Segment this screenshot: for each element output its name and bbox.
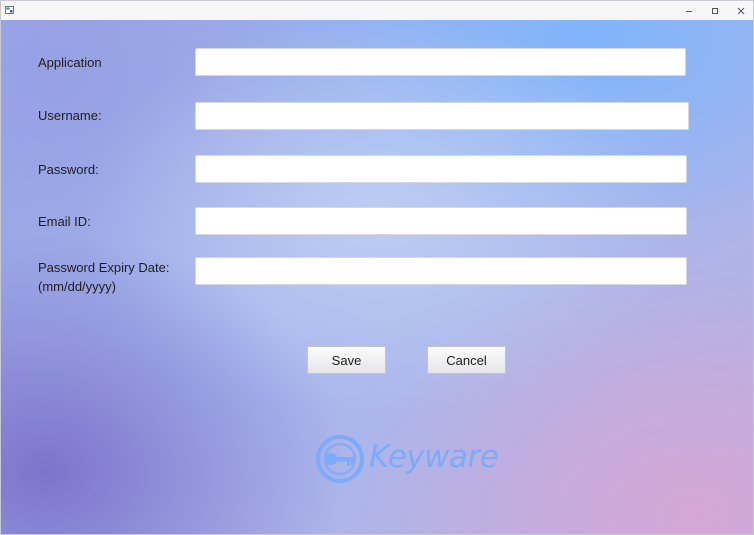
app-icon bbox=[5, 6, 14, 14]
username-input[interactable] bbox=[195, 102, 689, 130]
maximize-icon bbox=[712, 7, 718, 14]
logo-text: Keyware bbox=[369, 439, 499, 475]
email-label: Email ID: bbox=[38, 214, 91, 229]
form-panel: Application Username: Password: Email ID… bbox=[1, 20, 753, 534]
key-in-circle-icon bbox=[316, 435, 364, 483]
password-label: Password: bbox=[38, 162, 99, 177]
password-expiry-input[interactable] bbox=[195, 257, 687, 285]
minimize-icon bbox=[686, 10, 692, 12]
minimize-button[interactable] bbox=[676, 1, 702, 20]
username-label: Username: bbox=[38, 108, 102, 123]
close-button[interactable] bbox=[728, 1, 753, 20]
keyware-logo: Keyware bbox=[314, 433, 504, 485]
maximize-button[interactable] bbox=[702, 1, 728, 20]
cancel-button[interactable]: Cancel bbox=[427, 346, 506, 374]
close-icon bbox=[737, 7, 745, 14]
password-input[interactable] bbox=[195, 155, 687, 183]
email-input[interactable] bbox=[195, 207, 687, 235]
application-input[interactable] bbox=[195, 48, 686, 76]
app-window: Application Username: Password: Email ID… bbox=[0, 0, 754, 535]
save-button[interactable]: Save bbox=[307, 346, 386, 374]
application-label: Application bbox=[38, 55, 102, 70]
password-expiry-label: Password Expiry Date: (mm/dd/yyyy) bbox=[38, 260, 170, 294]
title-bar[interactable] bbox=[1, 1, 753, 20]
